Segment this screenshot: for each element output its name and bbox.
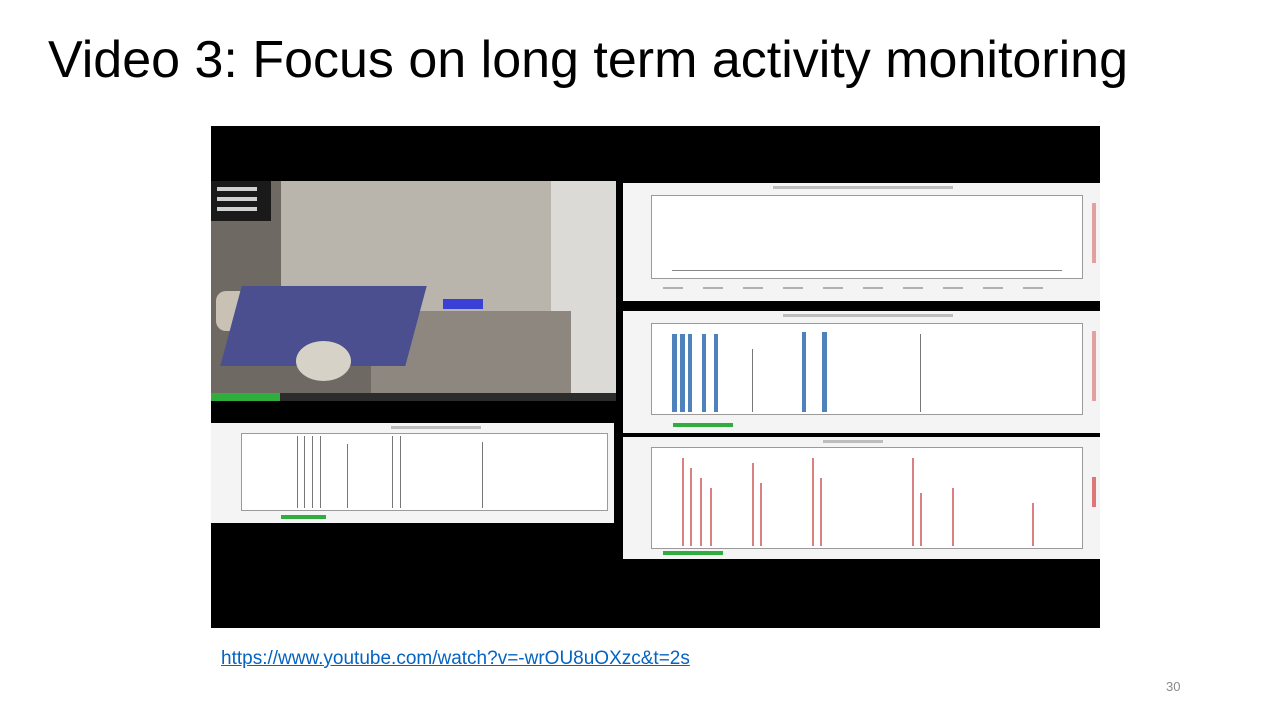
- signal-spike: [710, 488, 712, 546]
- x-tick: [863, 287, 883, 289]
- separator-line: [752, 349, 753, 412]
- activity-line-chart: [623, 183, 1100, 301]
- signal-spike: [682, 458, 684, 546]
- event-line: [347, 444, 348, 508]
- chart-title: [783, 314, 953, 317]
- bar: [672, 334, 677, 412]
- signal-spike-chart: [623, 437, 1100, 559]
- event-line: [392, 436, 393, 508]
- event-line: [304, 436, 305, 508]
- chart-title: [823, 440, 883, 443]
- signal-spike: [752, 463, 754, 546]
- event-line: [482, 442, 483, 508]
- camera-info-overlay: [211, 181, 271, 221]
- bar: [688, 334, 692, 412]
- camera-view: [211, 181, 616, 401]
- page-number: 30: [1166, 679, 1181, 694]
- signal-spike: [690, 468, 692, 546]
- bar: [822, 332, 827, 412]
- event-line: [312, 436, 313, 508]
- event-timeline-chart: [211, 423, 614, 523]
- signal-spike: [1032, 503, 1034, 546]
- x-tick: [663, 287, 683, 289]
- x-tick: [903, 287, 923, 289]
- x-tick: [703, 287, 723, 289]
- event-line: [320, 436, 321, 508]
- baseline: [672, 270, 1062, 271]
- x-tick: [1023, 287, 1043, 289]
- timeline-highlight: [673, 423, 733, 427]
- signal-spike: [820, 478, 822, 546]
- activity-bar-chart: [623, 311, 1100, 433]
- plot-area: [651, 323, 1083, 415]
- plot-area: [241, 433, 608, 511]
- x-tick: [743, 287, 763, 289]
- chart-title: [773, 186, 953, 189]
- side-legend: [1092, 331, 1096, 401]
- x-tick: [983, 287, 1003, 289]
- signal-spike: [920, 493, 922, 546]
- youtube-link[interactable]: https://www.youtube.com/watch?v=-wrOU8uO…: [221, 648, 690, 670]
- signal-spike: [760, 483, 762, 546]
- slide-title: Video 3: Focus on long term activity mon…: [48, 31, 1129, 89]
- timeline-highlight: [663, 551, 723, 555]
- signal-spike: [912, 458, 914, 546]
- timeline-highlight: [281, 515, 326, 519]
- signal-spike: [812, 458, 814, 546]
- x-tick: [943, 287, 963, 289]
- embedded-video[interactable]: [211, 126, 1100, 628]
- side-legend: [1092, 203, 1096, 263]
- x-tick: [823, 287, 843, 289]
- bar: [714, 334, 718, 412]
- event-line: [297, 436, 298, 508]
- event-line: [400, 436, 401, 508]
- signal-spike: [952, 488, 954, 546]
- side-table: [296, 341, 351, 381]
- x-tick: [783, 287, 803, 289]
- plot-area: [651, 195, 1083, 279]
- signal-spike: [700, 478, 702, 546]
- chart-title: [391, 426, 481, 429]
- bar: [702, 334, 706, 412]
- side-legend: [1092, 477, 1096, 507]
- camera-progress-fill: [211, 393, 280, 401]
- bar: [802, 332, 806, 412]
- bar: [680, 334, 685, 412]
- plot-area: [651, 447, 1083, 549]
- person-detection: [443, 299, 483, 309]
- camera-progress-bar: [211, 393, 616, 401]
- separator-line: [920, 334, 921, 412]
